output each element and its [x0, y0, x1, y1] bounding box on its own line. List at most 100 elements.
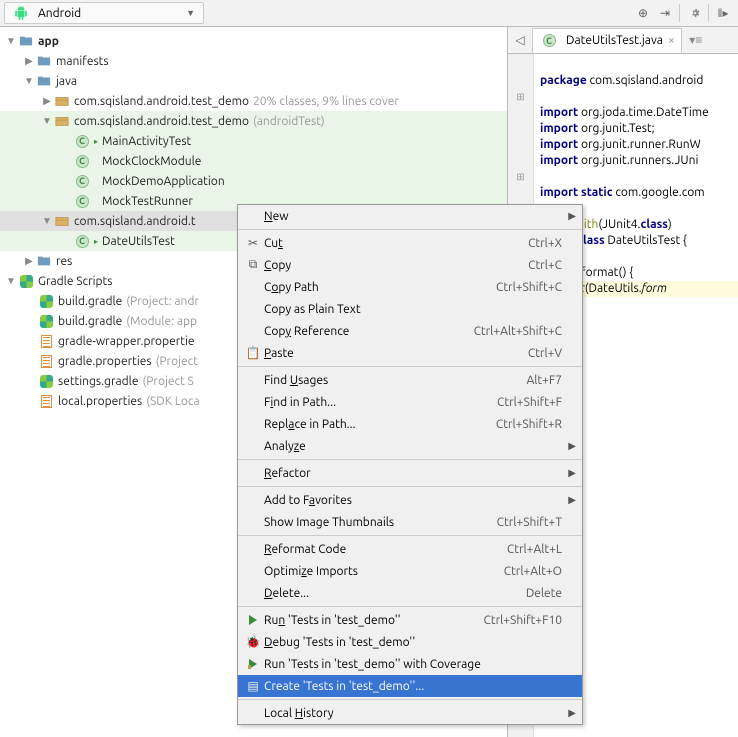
file-annotation: (Project: [156, 355, 198, 368]
submenu-arrow-icon: ▶: [568, 494, 576, 506]
menu-reformat[interactable]: Reformat CodeCtrl+Alt+L: [238, 538, 582, 560]
tree-label: local.properties: [58, 395, 142, 408]
tab-scroll-left-icon[interactable]: ◁: [510, 30, 530, 50]
tree-label: com.sqisland.android.test_demo: [74, 115, 249, 128]
tree-label: build.gradle: [58, 295, 122, 308]
chevron-down-icon: ▼: [6, 275, 16, 287]
menu-run-coverage[interactable]: Run 'Tests in 'test_demo'' with Coverage: [238, 653, 582, 675]
project-toolbar: Android ▼ ⊕ ⇥ ‖▸: [0, 0, 738, 27]
menu-find-usages[interactable]: Find UsagesAlt+F7: [238, 369, 582, 391]
submenu-arrow-icon: ▶: [568, 467, 576, 479]
paste-icon: 📋: [242, 346, 264, 360]
menu-find-in-path[interactable]: Find in Path...Ctrl+Shift+F: [238, 391, 582, 413]
debug-icon: 🐞: [242, 635, 264, 649]
package-icon: [54, 93, 70, 109]
tree-label: app: [38, 35, 59, 48]
tree-label: MockDemoApplication: [102, 175, 225, 188]
hide-panel-icon[interactable]: ‖▸: [712, 2, 734, 24]
context-menu: New▶ ✂CutCtrl+X ⧉CopyCtrl+C Copy PathCtr…: [237, 204, 583, 725]
menu-replace-in-path[interactable]: Replace in Path...Ctrl+Shift+R: [238, 413, 582, 435]
tree-class[interactable]: C MockClockModule: [0, 151, 507, 171]
tree-class[interactable]: C MockDemoApplication: [0, 171, 507, 191]
cut-icon: ✂: [242, 236, 264, 250]
package-icon: [54, 213, 70, 229]
tree-java[interactable]: ▼ java: [0, 71, 507, 91]
tree-manifests[interactable]: ▶ manifests: [0, 51, 507, 71]
menu-analyze[interactable]: Analyze▶: [238, 435, 582, 457]
menu-paste[interactable]: 📋PasteCtrl+V: [238, 342, 582, 364]
close-icon[interactable]: ×: [668, 34, 675, 47]
class-icon: C: [74, 233, 90, 249]
source-set-annotation: (androidTest): [253, 115, 325, 128]
tree-label: build.gradle: [58, 315, 122, 328]
tree-label: com.sqisland.android.t: [74, 215, 196, 228]
menu-create-config[interactable]: ▤Create 'Tests in 'test_demo''...: [238, 675, 582, 697]
gradle-file-icon: [38, 313, 54, 329]
editor-tab[interactable]: C DateUtilsTest.java ×: [532, 28, 682, 53]
chevron-down-icon: ▼: [42, 215, 52, 227]
menu-new[interactable]: New▶: [238, 205, 582, 227]
file-annotation: (Module: app: [126, 315, 197, 328]
tree-package-main[interactable]: ▶ com.sqisland.android.test_demo 20% cla…: [0, 91, 507, 111]
package-icon: [54, 113, 70, 129]
tree-label: Gradle Scripts: [38, 275, 112, 288]
submenu-arrow-icon: ▶: [568, 210, 576, 222]
create-config-icon: ▤: [242, 679, 264, 693]
tree-class[interactable]: C ▸ MainActivityTest: [0, 131, 507, 151]
gradle-file-icon: [38, 293, 54, 309]
menu-copy-path[interactable]: Copy PathCtrl+Shift+C: [238, 276, 582, 298]
properties-file-icon: [38, 393, 54, 409]
menu-cut[interactable]: ✂CutCtrl+X: [238, 232, 582, 254]
class-icon: C: [74, 173, 90, 189]
tab-label: DateUtilsTest.java: [566, 34, 663, 47]
run-arrow-icon: ▸: [94, 237, 102, 246]
class-icon: C: [74, 153, 90, 169]
class-icon: C: [74, 193, 90, 209]
menu-optimize-imports[interactable]: Optimize ImportsCtrl+Alt+O: [238, 560, 582, 582]
android-icon: [13, 5, 29, 21]
tree-package-androidtest[interactable]: ▼ com.sqisland.android.test_demo (androi…: [0, 111, 507, 131]
gradle-file-icon: [38, 373, 54, 389]
fold-expand-icon[interactable]: ⊞: [508, 89, 533, 105]
menu-local-history[interactable]: Local History▶: [238, 702, 582, 724]
file-annotation: (SDK Loca: [146, 395, 199, 408]
tree-label: java: [56, 75, 77, 88]
chevron-down-icon: ▼: [186, 8, 195, 18]
menu-favorites[interactable]: Add to Favorites▶: [238, 489, 582, 511]
properties-file-icon: [38, 333, 54, 349]
tree-label: manifests: [56, 55, 109, 68]
scroll-to-source-icon[interactable]: ⊕: [632, 2, 654, 24]
menu-copy-reference[interactable]: Copy ReferenceCtrl+Alt+Shift+C: [238, 320, 582, 342]
chevron-down-icon: ▼: [42, 115, 52, 127]
run-icon: [242, 615, 264, 625]
menu-run-tests[interactable]: Run 'Tests in 'test_demo''Ctrl+Shift+F10: [238, 609, 582, 631]
menu-refactor[interactable]: Refactor▶: [238, 462, 582, 484]
tree-label: res: [56, 255, 72, 268]
menu-copy[interactable]: ⧉CopyCtrl+C: [238, 254, 582, 276]
tree-app[interactable]: ▼ app: [0, 31, 507, 51]
coverage-annotation: 20% classes, 9% lines cover: [253, 95, 399, 108]
tree-label: gradle-wrapper.propertie: [58, 335, 195, 348]
fold-expand-icon[interactable]: ⊞: [508, 169, 533, 185]
gear-icon[interactable]: [683, 2, 705, 24]
menu-debug-tests[interactable]: 🐞Debug 'Tests in 'test_demo'': [238, 631, 582, 653]
tab-menu-icon[interactable]: ▾≡: [686, 33, 706, 47]
gradle-scripts-icon: [18, 273, 34, 289]
submenu-arrow-icon: ▶: [568, 707, 576, 719]
module-icon: [18, 33, 34, 49]
menu-thumbnails[interactable]: Show Image ThumbnailsCtrl+Shift+T: [238, 511, 582, 533]
class-icon: C: [74, 133, 90, 149]
tab-bar: ◁ C DateUtilsTest.java × ▾≡: [508, 27, 738, 54]
collapse-all-icon[interactable]: ⇥: [654, 2, 676, 24]
tree-label: settings.gradle: [58, 375, 138, 388]
run-arrow-icon: ▸: [94, 137, 102, 146]
file-annotation: (Project: andr: [126, 295, 199, 308]
tree-label: MockTestRunner: [102, 195, 193, 208]
project-view-selector[interactable]: Android ▼: [4, 2, 204, 24]
folder-icon: [36, 53, 52, 69]
submenu-arrow-icon: ▶: [568, 440, 576, 452]
chevron-down-icon: ▼: [24, 75, 34, 87]
folder-icon: [36, 253, 52, 269]
menu-delete[interactable]: Delete...Delete: [238, 582, 582, 604]
menu-copy-plain[interactable]: Copy as Plain Text: [238, 298, 582, 320]
